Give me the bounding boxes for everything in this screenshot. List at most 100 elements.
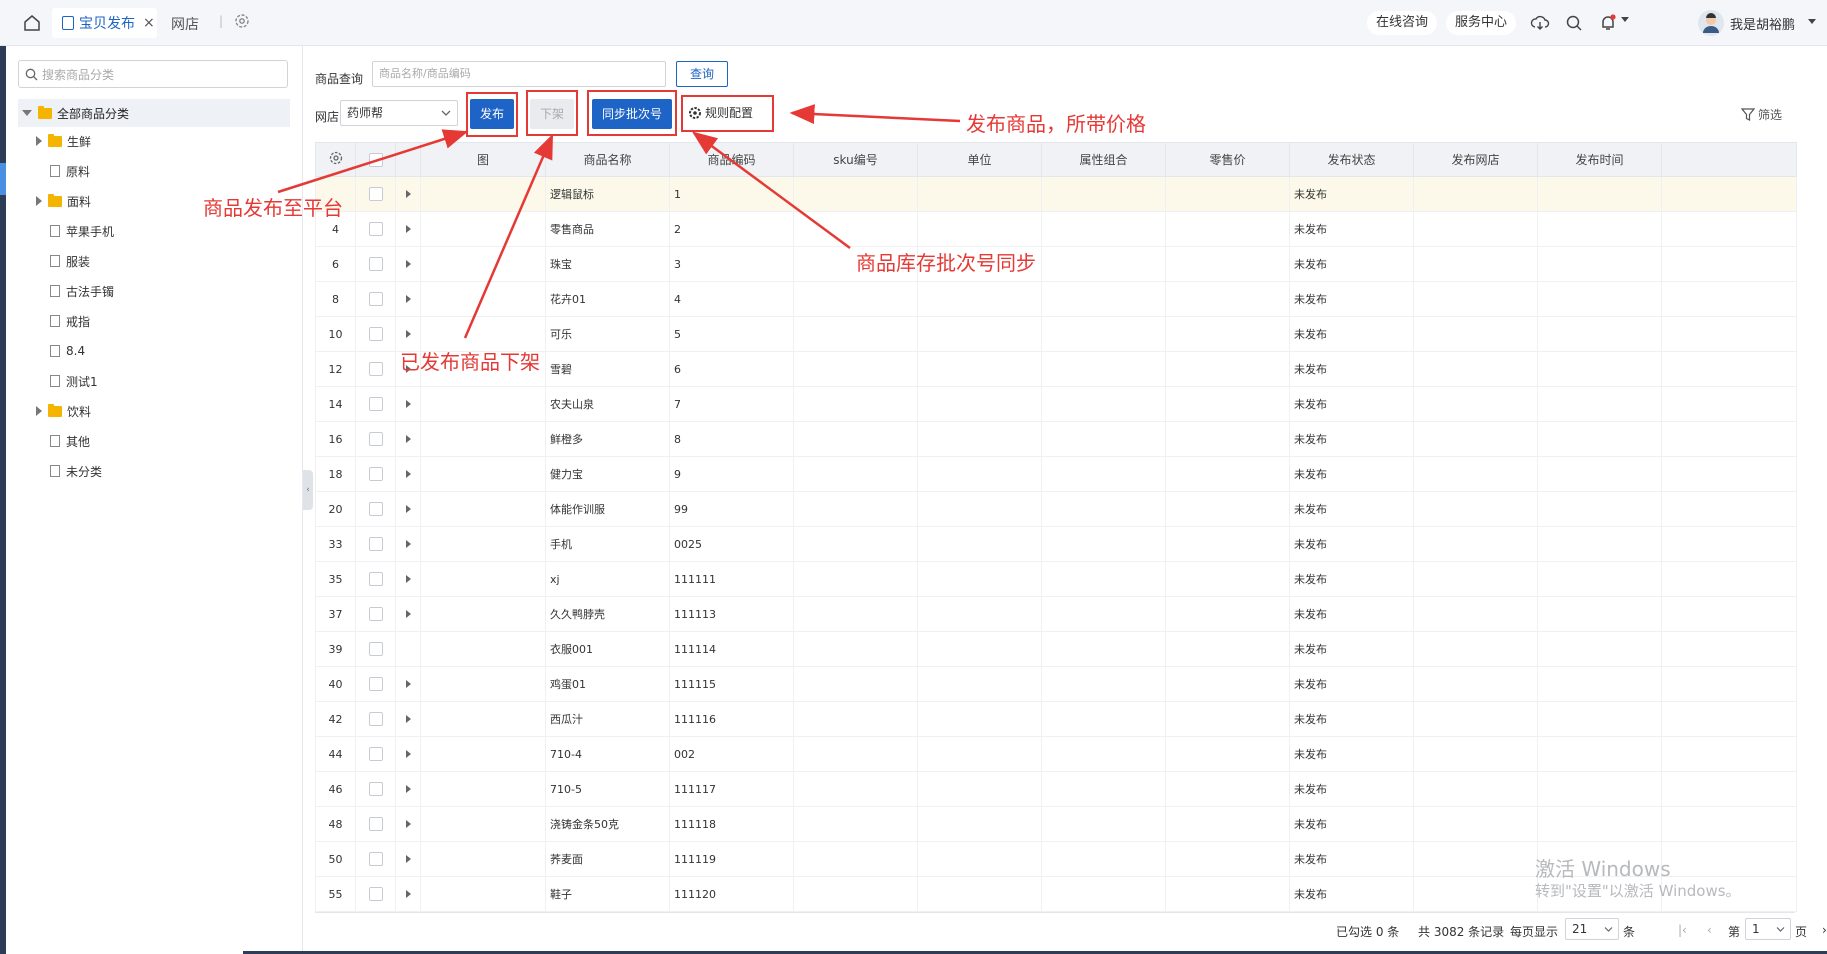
next-page-icon[interactable]: › [1822, 923, 1827, 937]
column-header[interactable]: 属性组合 [1041, 142, 1166, 177]
table-row[interactable]: 42 西瓜汁 111116 未发布 [315, 701, 1797, 737]
avatar[interactable] [1697, 9, 1725, 37]
row-expand-cell[interactable] [395, 246, 421, 282]
expand-arrow-icon[interactable] [405, 679, 411, 688]
row-checkbox-cell[interactable] [355, 456, 396, 492]
row-checkbox[interactable] [368, 502, 383, 516]
row-checkbox[interactable] [368, 887, 383, 901]
table-row[interactable]: 16 鲜橙多 8 未发布 [315, 421, 1797, 457]
tree-item[interactable]: 面料 [36, 189, 91, 213]
expand-arrow-icon[interactable] [405, 889, 411, 898]
tree-item[interactable]: 戒指 [50, 309, 90, 333]
row-expand-cell[interactable] [395, 736, 421, 772]
row-checkbox-cell[interactable] [355, 421, 396, 457]
query-input[interactable]: 商品名称/商品编码 [372, 61, 666, 87]
tree-item[interactable]: 古法手镯 [50, 279, 114, 303]
expand-arrow-icon[interactable] [405, 609, 411, 618]
tree-item[interactable]: 饮料 [36, 399, 91, 423]
expand-arrow-icon[interactable] [405, 819, 411, 828]
close-icon[interactable]: × [143, 15, 155, 31]
row-checkbox[interactable] [368, 467, 383, 481]
expand-arrow-icon[interactable] [405, 259, 411, 268]
table-row[interactable]: 逻辑鼠标 1 未发布 [315, 176, 1797, 212]
row-checkbox-cell[interactable] [355, 246, 396, 282]
caret-right-icon[interactable] [36, 196, 42, 206]
shop-select[interactable]: 药师帮 [340, 100, 458, 126]
row-expand-cell[interactable] [395, 841, 421, 877]
expand-arrow-icon[interactable] [405, 854, 411, 863]
row-checkbox[interactable] [368, 782, 383, 796]
expand-arrow-icon[interactable] [405, 784, 411, 793]
row-checkbox[interactable] [368, 257, 383, 271]
column-header[interactable]: 单位 [917, 142, 1042, 177]
column-settings-icon[interactable] [315, 142, 356, 177]
row-checkbox-cell[interactable] [355, 666, 396, 702]
row-checkbox-cell[interactable] [355, 386, 396, 422]
table-row[interactable]: 20 体能作训服 99 未发布 [315, 491, 1797, 527]
row-expand-cell[interactable] [395, 491, 421, 527]
row-checkbox[interactable] [368, 572, 383, 586]
table-row[interactable]: 33 手机 0025 未发布 [315, 526, 1797, 562]
row-checkbox[interactable] [368, 642, 383, 656]
row-expand-cell[interactable] [395, 596, 421, 632]
row-expand-cell[interactable] [395, 211, 421, 247]
expand-arrow-icon[interactable] [405, 329, 411, 338]
table-row[interactable]: 8 花卉01 4 未发布 [315, 281, 1797, 317]
online-consult-button[interactable]: 在线咨询 [1367, 11, 1438, 35]
row-checkbox-cell[interactable] [355, 701, 396, 737]
filter-button[interactable]: 筛选 [1741, 106, 1782, 123]
tree-item[interactable]: 8.4 [50, 339, 85, 363]
row-checkbox-cell[interactable] [355, 491, 396, 527]
row-expand-cell[interactable] [395, 631, 421, 667]
expand-arrow-icon[interactable] [405, 294, 411, 303]
table-row[interactable]: 48 浇铸金条50克 111118 未发布 [315, 806, 1797, 842]
collapse-handle[interactable]: ‹ [303, 470, 313, 510]
column-header[interactable]: 发布状态 [1289, 142, 1414, 177]
column-header[interactable]: 商品名称 [545, 142, 670, 177]
column-header[interactable]: sku编号 [793, 142, 918, 177]
row-expand-cell[interactable] [395, 666, 421, 702]
tree-item[interactable]: 未分类 [50, 459, 102, 483]
row-expand-cell[interactable] [395, 561, 421, 597]
search-icon[interactable] [1564, 13, 1584, 33]
prev-page-icon[interactable]: ‹ [1707, 923, 1712, 937]
row-expand-cell[interactable] [395, 176, 421, 212]
first-page-icon[interactable]: |‹ [1678, 923, 1687, 937]
caret-right-icon[interactable] [36, 136, 42, 146]
table-row[interactable]: 39 衣服001 111114 未发布 [315, 631, 1797, 667]
category-search-input[interactable]: 搜索商品分类 [18, 60, 288, 88]
row-checkbox[interactable] [368, 817, 383, 831]
column-header[interactable]: 商品编码 [669, 142, 794, 177]
expand-arrow-icon[interactable] [405, 189, 411, 198]
home-icon[interactable] [22, 13, 42, 33]
user-name[interactable]: 我是胡裕鹏 [1730, 14, 1795, 33]
row-checkbox[interactable] [368, 432, 383, 446]
row-checkbox[interactable] [368, 222, 383, 236]
row-checkbox-cell[interactable] [355, 526, 396, 562]
row-checkbox-cell[interactable] [355, 351, 396, 387]
expand-arrow-icon[interactable] [405, 574, 411, 583]
row-checkbox-cell[interactable] [355, 876, 396, 912]
row-checkbox[interactable] [368, 187, 383, 201]
table-row[interactable]: 46 710-5 111117 未发布 [315, 771, 1797, 807]
column-header[interactable]: 发布网店 [1413, 142, 1538, 177]
tree-item[interactable]: 其他 [50, 429, 90, 453]
query-button[interactable]: 查询 [676, 61, 728, 87]
expand-arrow-icon[interactable] [405, 469, 411, 478]
row-checkbox[interactable] [368, 747, 383, 761]
tree-item[interactable]: 苹果手机 [50, 219, 114, 243]
row-expand-cell[interactable] [395, 701, 421, 737]
table-row[interactable]: 4 零售商品 2 未发布 [315, 211, 1797, 247]
row-checkbox-cell[interactable] [355, 631, 396, 667]
table-row[interactable]: 37 久久鸭脖壳 111113 未发布 [315, 596, 1797, 632]
bell-icon[interactable] [1598, 13, 1618, 33]
gear-icon[interactable] [233, 12, 251, 30]
column-header[interactable]: 零售价 [1165, 142, 1290, 177]
row-expand-cell[interactable] [395, 876, 421, 912]
expand-arrow-icon[interactable] [405, 434, 411, 443]
cloud-download-icon[interactable] [1530, 13, 1550, 33]
row-checkbox[interactable] [368, 537, 383, 551]
page-select[interactable]: 1 [1745, 918, 1791, 940]
column-header[interactable]: 图 [420, 142, 546, 177]
row-checkbox[interactable] [368, 327, 383, 341]
